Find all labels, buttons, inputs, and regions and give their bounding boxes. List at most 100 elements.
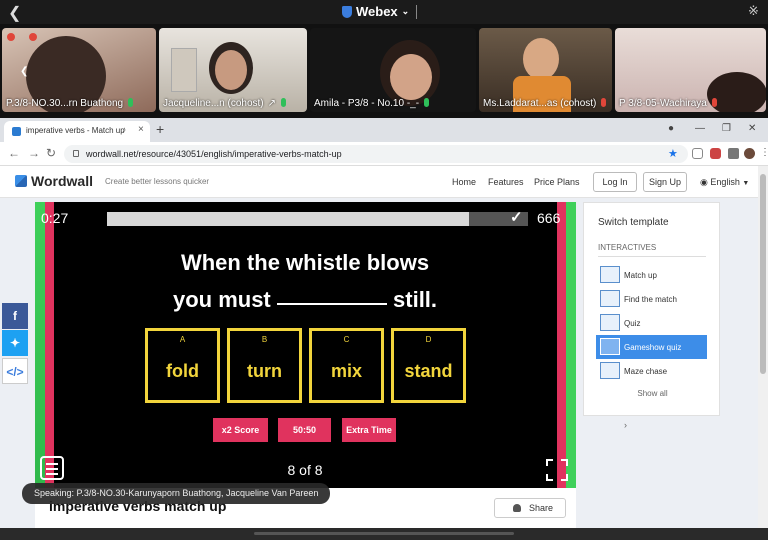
twitter-share-button[interactable]: ✦	[2, 330, 28, 356]
speaker-icon[interactable]: ♪	[122, 125, 126, 134]
switch-template-title: Switch template	[598, 217, 669, 228]
powerup-extra-time[interactable]: Extra Time	[342, 418, 396, 442]
participant-tile[interactable]: P 3/8-05-Wachiraya	[615, 28, 766, 112]
scrollbar-thumb[interactable]	[760, 174, 766, 374]
find-the-match-thumbnail-icon	[600, 290, 620, 307]
divider	[598, 256, 706, 257]
menu-dots-icon[interactable]: ⋮	[760, 147, 768, 158]
participant-name: P 3/8-05-Wachiraya	[619, 98, 717, 109]
mic-muted-icon	[601, 98, 607, 107]
screen: ❮ Webex ⌄ ※ ❮ P.3/8-NO.30...rn Buathong …	[0, 0, 768, 540]
game-menu-icon[interactable]	[40, 456, 64, 480]
bluetooth-icon[interactable]: ※	[748, 3, 759, 19]
forward-icon[interactable]: →	[28, 146, 40, 160]
fullscreen-icon[interactable]	[546, 459, 568, 481]
new-tab-icon[interactable]: +	[156, 121, 164, 137]
answer-option-a[interactable]: A fold	[145, 328, 220, 403]
match-up-thumbnail-icon	[600, 266, 620, 283]
show-all-link[interactable]: Show all	[584, 389, 721, 398]
gameshow-quiz-thumbnail-icon	[600, 338, 620, 355]
tab-bar: imperative verbs - Match up ♪ × + ● — ❐ …	[0, 118, 768, 142]
template-match-up[interactable]: Match up	[596, 263, 707, 287]
extension-icon[interactable]	[692, 148, 703, 159]
answer-letter: A	[179, 335, 186, 344]
participant-strip: ❮ P.3/8-NO.30...rn Buathong Jacqueline..…	[0, 26, 768, 114]
participant-video	[523, 38, 559, 80]
mic-on-icon	[424, 98, 430, 107]
answer-option-b[interactable]: B turn	[227, 328, 302, 403]
template-maze-chase[interactable]: Maze chase	[596, 359, 707, 383]
participant-name: Jacqueline...n (cohost) ↗	[163, 98, 287, 109]
powerup-50-50[interactable]: 50:50	[278, 418, 331, 442]
page-scrollbar[interactable]	[758, 166, 768, 528]
puzzle-icon[interactable]	[728, 148, 739, 159]
nav-home[interactable]: Home	[452, 177, 476, 187]
template-gameshow-quiz[interactable]: Gameshow quiz	[596, 335, 707, 359]
answer-word: turn	[247, 361, 282, 381]
webex-title[interactable]: Webex ⌄	[342, 4, 409, 19]
time-progress-fill	[107, 212, 470, 226]
participant-tile[interactable]: Amila - P3/8 - No.10 -_-	[310, 28, 476, 112]
reload-icon[interactable]: ↻	[46, 146, 56, 160]
minimize-icon[interactable]: —	[695, 123, 705, 134]
answer-letter: B	[261, 335, 268, 344]
wordwall-favicon-icon	[12, 127, 21, 136]
logo-text: Wordwall	[31, 173, 93, 189]
extension-icon[interactable]	[710, 148, 721, 159]
score: 666	[537, 210, 561, 226]
question-text: When the whistle blows you must still.	[125, 244, 485, 318]
powerup-x2-score[interactable]: x2 Score	[213, 418, 268, 442]
browser-tab[interactable]: imperative verbs - Match up ♪ ×	[4, 121, 150, 142]
answer-word: fold	[166, 361, 199, 381]
answer-word: stand	[404, 361, 453, 381]
game-frame-right	[566, 202, 576, 488]
embed-button[interactable]: </>	[2, 358, 28, 384]
section-label: INTERACTIVES	[598, 243, 657, 252]
participant-tile[interactable]: Jacqueline...n (cohost) ↗	[159, 28, 307, 112]
nav-features[interactable]: Features	[488, 177, 524, 187]
share-button[interactable]: Share	[494, 498, 566, 518]
template-quiz[interactable]: Quiz	[596, 311, 707, 335]
participant-video	[215, 50, 247, 90]
answer-option-c[interactable]: C mix	[309, 328, 384, 403]
game-frame-left	[35, 202, 45, 488]
facebook-share-button[interactable]: f	[2, 303, 28, 329]
participant-name: P.3/8-NO.30...rn Buathong	[6, 98, 134, 109]
check-icon: ✓	[510, 209, 523, 226]
restore-icon[interactable]: ❐	[722, 123, 731, 134]
login-button[interactable]: Log In	[593, 172, 637, 192]
close-window-icon[interactable]: ✕	[748, 123, 756, 134]
quiz-thumbnail-icon	[600, 314, 620, 331]
participant-tile[interactable]: ❮ P.3/8-NO.30...rn Buathong	[2, 28, 156, 112]
divider	[416, 5, 417, 19]
wordwall-logo[interactable]: Wordwall	[15, 173, 93, 189]
bookmark-star-icon[interactable]: ★	[668, 147, 678, 160]
profile-icon[interactable]: ●	[668, 123, 674, 134]
language-label: English	[710, 177, 740, 187]
signup-button[interactable]: Sign Up	[643, 172, 687, 192]
close-tab-icon[interactable]: ×	[138, 124, 144, 135]
back-chevron-icon[interactable]: ❮	[8, 3, 21, 23]
avatar[interactable]	[744, 148, 755, 159]
template-find-the-match[interactable]: Find the match	[596, 287, 707, 311]
gameshow-quiz[interactable]: 0:27 ✓ 666 When the whistle blows you mu…	[35, 202, 576, 488]
switch-template-panel: Switch template INTERACTIVES Match up Fi…	[583, 202, 720, 416]
participant-tile[interactable]: Ms.Laddarat...as (cohost)	[479, 28, 612, 112]
answer-letter: C	[343, 335, 350, 344]
answer-option-d[interactable]: D stand	[391, 328, 466, 403]
browser-window: imperative verbs - Match up ♪ × + ● — ❐ …	[0, 118, 768, 528]
back-icon[interactable]: ←	[8, 146, 20, 160]
nav-price-plans[interactable]: Price Plans	[534, 177, 580, 187]
answer-letter: D	[425, 335, 432, 344]
tagline: Create better lessons quicker	[105, 177, 210, 186]
tab-title: imperative verbs - Match up	[26, 126, 125, 135]
question-line-2: you must still.	[172, 287, 438, 312]
mic-on-icon	[128, 98, 134, 107]
language-selector[interactable]: ◉ English ▼	[700, 177, 749, 188]
mic-on-icon	[281, 98, 287, 107]
url-field[interactable]: wordwall.net/resource/43051/english/impe…	[64, 145, 688, 163]
wordwall-logo-icon	[15, 175, 27, 187]
answer-blank	[276, 289, 387, 305]
game-frame-left-inner	[45, 202, 54, 488]
chevron-down-icon: ⌄	[401, 6, 410, 16]
